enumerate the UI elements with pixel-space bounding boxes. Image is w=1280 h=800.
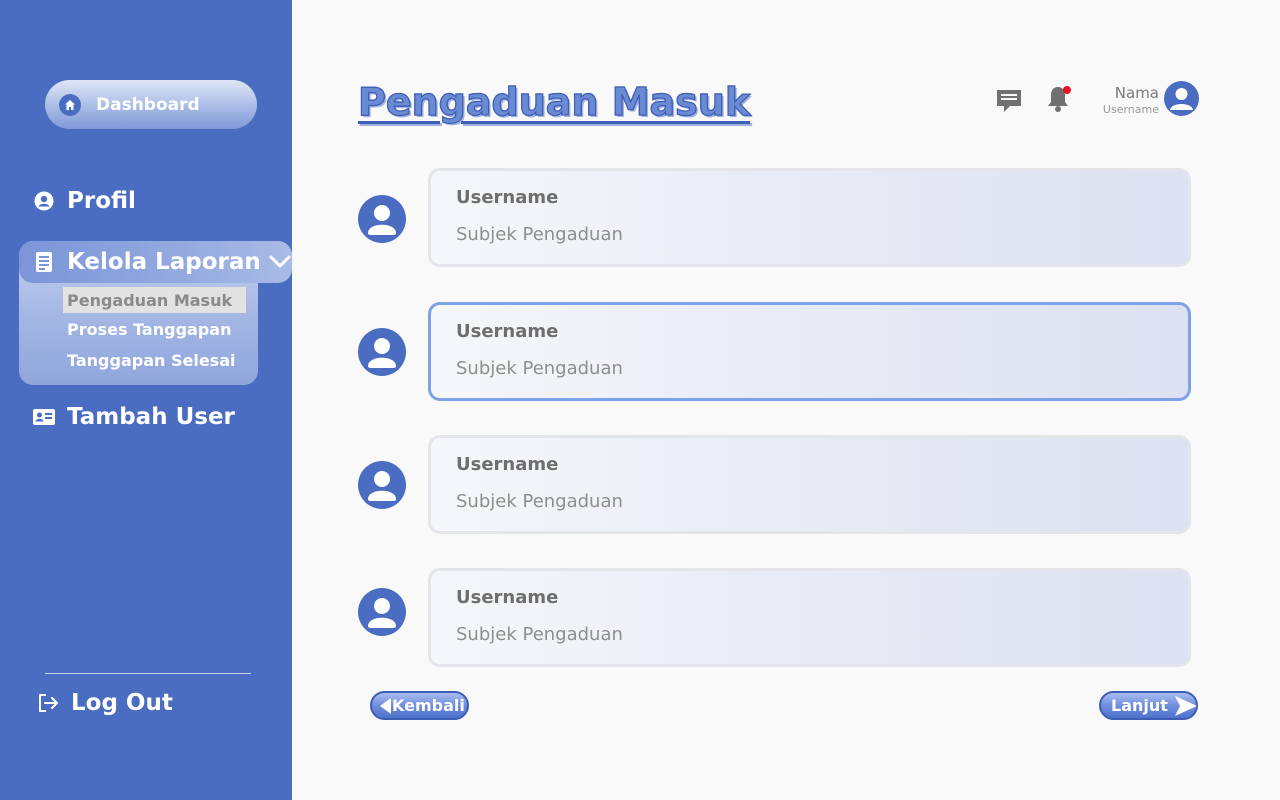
sidebar-item-label: Kelola Laporan <box>67 249 261 275</box>
bell-icon[interactable] <box>1045 84 1073 118</box>
next-button[interactable]: Lanjut <box>1099 691 1198 720</box>
avatar[interactable] <box>1164 81 1199 116</box>
submenu-item-pengaduan-masuk[interactable]: Pengaduan Masuk <box>63 287 246 313</box>
arrow-left-icon <box>378 697 392 715</box>
sidebar: Dashboard Profil Kelola Laporan Pengadua… <box>0 0 292 800</box>
complaint-card-selected[interactable]: Username Subjek Pengaduan <box>428 302 1191 401</box>
logout-label: Log Out <box>71 690 173 716</box>
dashboard-label: Dashboard <box>96 94 200 115</box>
send-arrow-icon <box>1174 695 1198 717</box>
user-circle-icon <box>33 190 55 212</box>
complaint-subject: Subjek Pengaduan <box>456 224 623 245</box>
complaint-username: Username <box>456 321 559 342</box>
complaint-subject: Subjek Pengaduan <box>456 624 623 645</box>
sidebar-divider <box>45 673 251 674</box>
back-button[interactable]: Kembali <box>370 691 469 720</box>
next-label: Lanjut <box>1111 696 1168 715</box>
complaint-card[interactable]: Username Subjek Pengaduan <box>428 168 1191 267</box>
header-user-username: Username <box>1102 103 1159 116</box>
sidebar-item-kelola-laporan[interactable]: Kelola Laporan <box>19 241 292 283</box>
complaint-username: Username <box>456 454 559 475</box>
complaint-username: Username <box>456 587 559 608</box>
sidebar-item-profil[interactable]: Profil <box>33 188 136 214</box>
back-label: Kembali <box>392 696 465 715</box>
submenu-item-tanggapan-selesai[interactable]: Tanggapan Selesai <box>67 351 235 370</box>
complaint-avatar <box>358 588 406 636</box>
sidebar-item-label: Profil <box>67 188 136 214</box>
id-card-icon <box>33 406 55 428</box>
chevron-down-icon <box>269 249 291 275</box>
sidebar-item-label: Tambah User <box>67 404 235 430</box>
sidebar-item-tambah-user[interactable]: Tambah User <box>33 404 235 430</box>
complaint-card[interactable]: Username Subjek Pengaduan <box>428 568 1191 667</box>
complaint-avatar <box>358 328 406 376</box>
logout-icon <box>37 692 59 714</box>
header-user-name: Nama <box>1114 84 1159 102</box>
complaint-subject: Subjek Pengaduan <box>456 491 623 512</box>
document-icon <box>33 251 55 273</box>
complaint-card[interactable]: Username Subjek Pengaduan <box>428 435 1191 534</box>
page-title: Pengaduan Masuk <box>357 79 751 124</box>
dashboard-button[interactable]: Dashboard <box>45 80 257 129</box>
submenu-item-proses-tanggapan[interactable]: Proses Tanggapan <box>67 320 231 339</box>
home-icon <box>59 93 81 116</box>
complaint-avatar <box>358 195 406 243</box>
complaint-avatar <box>358 461 406 509</box>
chat-icon[interactable] <box>995 88 1023 118</box>
complaint-subject: Subjek Pengaduan <box>456 358 623 379</box>
complaint-username: Username <box>456 187 559 208</box>
logout-button[interactable]: Log Out <box>37 690 173 716</box>
